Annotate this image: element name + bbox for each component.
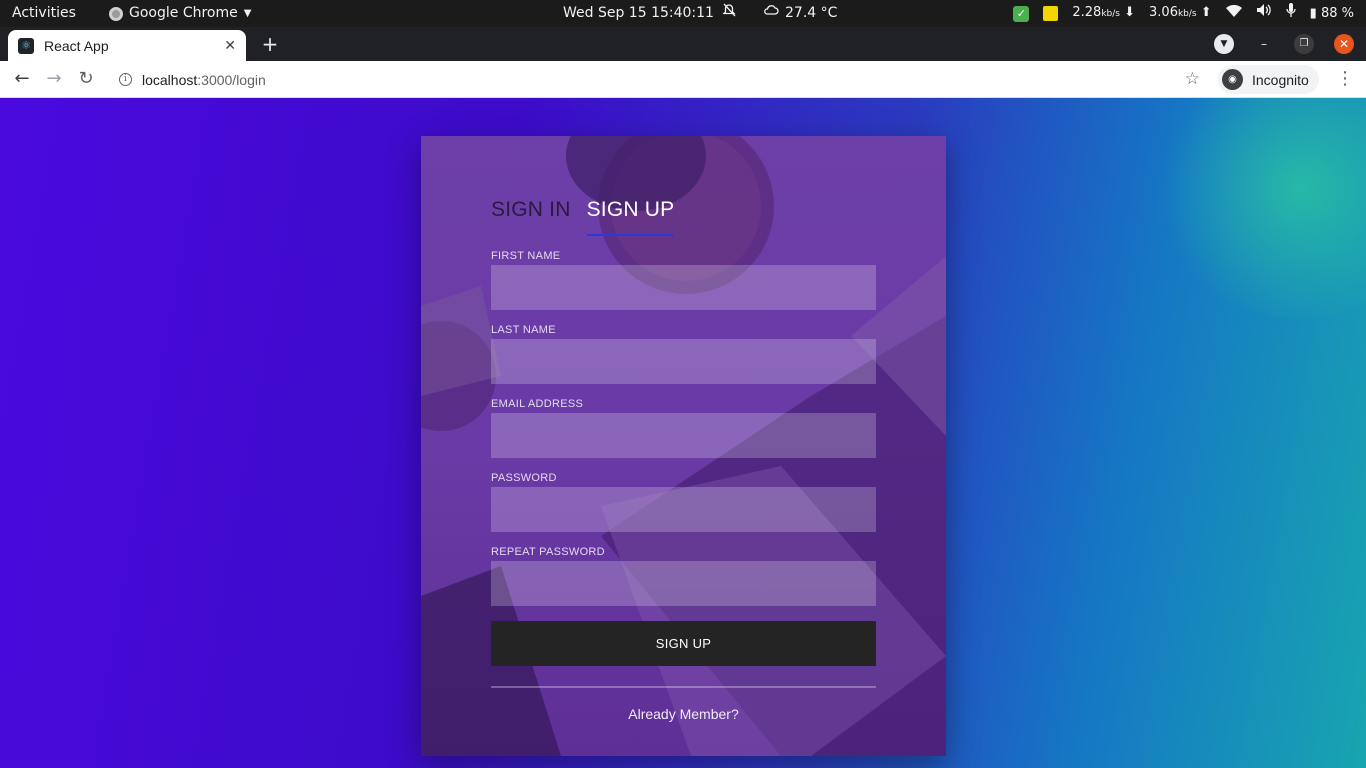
sign-up-button[interactable]: SIGN UP bbox=[491, 621, 876, 666]
url-path: :3000/login bbox=[197, 71, 266, 88]
close-tab-icon[interactable]: ✕ bbox=[224, 38, 236, 54]
restore-button[interactable]: ❐ bbox=[1294, 34, 1314, 54]
notifications-muted-icon bbox=[722, 0, 736, 27]
tab-title: React App bbox=[44, 37, 109, 54]
microphone-icon[interactable] bbox=[1286, 0, 1296, 27]
email-field: EMAIL ADDRESS bbox=[491, 398, 876, 458]
tab-search-icon[interactable]: ▼ bbox=[1214, 34, 1234, 54]
browser-tab-strip: ⚛ React App ✕ + ▼ – ❐ ✕ bbox=[0, 27, 1366, 61]
email-label: EMAIL ADDRESS bbox=[491, 398, 584, 410]
wifi-icon[interactable] bbox=[1225, 0, 1242, 27]
incognito-icon: ◉ bbox=[1222, 69, 1243, 90]
address-bar[interactable]: i localhost:3000/login ☆ bbox=[108, 65, 1210, 94]
minimize-button[interactable]: – bbox=[1254, 34, 1274, 54]
close-window-button[interactable]: ✕ bbox=[1334, 34, 1354, 54]
url-host: localhost bbox=[142, 71, 198, 88]
weather-temperature: 27.4 °C bbox=[785, 5, 838, 21]
app-menu[interactable]: Google Chrome ▼ bbox=[109, 0, 251, 27]
repeat-password-input[interactable] bbox=[491, 561, 876, 606]
arrow-down-icon: ⬇ bbox=[1124, 5, 1136, 20]
sticky-notes-icon[interactable] bbox=[1043, 6, 1059, 21]
battery-indicator[interactable]: ▮ 88 % bbox=[1310, 0, 1354, 27]
incognito-badge[interactable]: ◉ Incognito bbox=[1218, 65, 1319, 94]
page-viewport: SIGN IN SIGN UP FIRST NAME LAST NAME EMA… bbox=[0, 98, 1366, 768]
arrow-up-icon: ⬆ bbox=[1200, 5, 1212, 20]
clock-datetime: Wed Sep 15 15:40:11 bbox=[563, 5, 714, 21]
back-button[interactable]: ← bbox=[10, 67, 34, 91]
tab-sign-in[interactable]: SIGN IN bbox=[491, 198, 571, 236]
background-glow bbox=[1150, 98, 1366, 318]
system-top-bar: Activities Google Chrome ▼ Wed Sep 15 15… bbox=[0, 0, 1366, 27]
browser-tab[interactable]: ⚛ React App ✕ bbox=[8, 30, 246, 61]
battery-icon: ▮ bbox=[1309, 6, 1317, 21]
first-name-input[interactable] bbox=[491, 265, 876, 310]
reload-button[interactable]: ↻ bbox=[74, 67, 98, 91]
email-input[interactable] bbox=[491, 413, 876, 458]
chrome-icon bbox=[109, 6, 123, 21]
password-input[interactable] bbox=[491, 487, 876, 532]
shield-icon[interactable]: ✓ bbox=[1013, 5, 1030, 22]
tab-sign-up[interactable]: SIGN UP bbox=[586, 198, 675, 236]
app-menu-label: Google Chrome bbox=[129, 5, 238, 21]
forward-button[interactable]: → bbox=[42, 67, 66, 91]
browser-toolbar: ← → ↻ i localhost:3000/login ☆ ◉ Incogni… bbox=[0, 61, 1366, 98]
password-label: PASSWORD bbox=[491, 472, 557, 484]
last-name-input[interactable] bbox=[491, 339, 876, 384]
volume-icon[interactable] bbox=[1256, 0, 1272, 27]
auth-card: SIGN IN SIGN UP FIRST NAME LAST NAME EMA… bbox=[421, 136, 946, 756]
new-tab-button[interactable]: + bbox=[259, 30, 281, 58]
last-name-field: LAST NAME bbox=[491, 324, 876, 384]
incognito-label: Incognito bbox=[1252, 71, 1309, 88]
activities-button[interactable]: Activities bbox=[12, 0, 76, 27]
signup-form: SIGN IN SIGN UP FIRST NAME LAST NAME EMA… bbox=[491, 198, 876, 722]
chrome-menu-icon[interactable]: ⋮ bbox=[1336, 67, 1354, 91]
window-controls: ▼ – ❐ ✕ bbox=[1214, 27, 1354, 61]
auth-tabs: SIGN IN SIGN UP bbox=[491, 198, 876, 236]
password-field: PASSWORD bbox=[491, 472, 876, 532]
last-name-label: LAST NAME bbox=[491, 324, 556, 336]
first-name-label: FIRST NAME bbox=[491, 250, 561, 262]
bookmark-star-icon[interactable]: ☆ bbox=[1185, 69, 1200, 89]
first-name-field: FIRST NAME bbox=[491, 250, 876, 310]
site-info-icon[interactable]: i bbox=[119, 73, 132, 86]
clock[interactable]: Wed Sep 15 15:40:11 bbox=[563, 0, 736, 27]
repeat-password-field: REPEAT PASSWORD bbox=[491, 546, 876, 606]
url-text: localhost:3000/login bbox=[142, 72, 266, 88]
weather-icon bbox=[763, 0, 779, 27]
divider bbox=[491, 686, 876, 688]
react-favicon-icon: ⚛ bbox=[18, 37, 34, 54]
battery-percent: 88 % bbox=[1320, 6, 1354, 21]
caret-down-icon: ▼ bbox=[243, 8, 252, 19]
already-member-link[interactable]: Already Member? bbox=[491, 706, 876, 722]
system-tray: ✓ 2.28kb/s ⬇ 3.06kb/s ⬆ ▮ 88 % bbox=[1013, 0, 1354, 27]
weather-indicator[interactable]: 27.4 °C bbox=[763, 0, 837, 27]
net-speed-down: 2.28kb/s ⬇ bbox=[1072, 5, 1136, 20]
net-speed-up: 3.06kb/s ⬆ bbox=[1149, 5, 1212, 20]
repeat-password-label: REPEAT PASSWORD bbox=[491, 546, 605, 558]
